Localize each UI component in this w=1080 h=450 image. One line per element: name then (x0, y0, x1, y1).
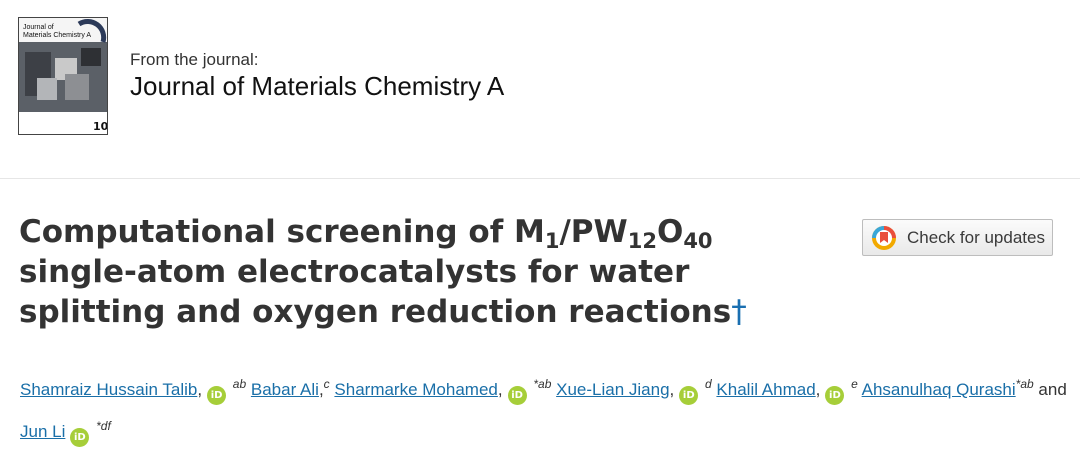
author-link[interactable]: Shamraiz Hussain Talib (20, 380, 197, 399)
article-title: Computational screening of M1/PW12O40 si… (19, 212, 839, 332)
title-part-4: single-atom electrocatalysts for water s… (19, 254, 732, 330)
author-conjunction: and (1038, 380, 1067, 399)
author-link[interactable]: Khalil Ahmad (716, 380, 815, 399)
journal-cover-image[interactable]: 10 Journal of Materials Chemistry A (18, 17, 108, 135)
author-link[interactable]: Sharmarke Mohamed (334, 380, 497, 399)
title-part-3: O (656, 214, 684, 250)
author-affiliation: ab (232, 377, 247, 391)
cover-title: Journal of Materials Chemistry A (23, 24, 91, 40)
title-sub-2: 12 (627, 229, 657, 253)
journal-header: 10 Journal of Materials Chemistry A From… (0, 0, 1080, 179)
author-affiliation: e (851, 377, 858, 391)
from-journal-label: From the journal: (130, 50, 259, 69)
author-link[interactable]: Ahsanulhaq Qurashi (862, 380, 1016, 399)
orcid-icon[interactable]: iD (679, 386, 699, 405)
orcid-icon[interactable]: iD (70, 428, 90, 447)
author-affiliation: d (705, 377, 712, 391)
author-affiliation: *df (96, 419, 111, 433)
crossmark-icon (872, 225, 896, 250)
orcid-icon[interactable]: iD (825, 386, 845, 405)
orcid-icon[interactable]: iD (207, 386, 227, 405)
esi-dagger-link[interactable]: † (731, 294, 747, 330)
title-part-2: /PW (559, 214, 628, 250)
cover-issue-mark: 10 (93, 120, 107, 133)
author-link[interactable]: Jun Li (20, 422, 65, 441)
cover-title-text: Journal of Materials Chemistry A (23, 24, 92, 39)
check-for-updates-label: Check for updates (907, 227, 1045, 247)
journal-name[interactable]: Journal of Materials Chemistry A (130, 71, 504, 102)
author-link[interactable]: Xue-Lian Jiang (556, 380, 669, 399)
title-sub-3: 40 (683, 229, 713, 253)
author-affiliation: *ab (533, 377, 552, 391)
author-affiliation: *ab (1015, 377, 1034, 391)
orcid-icon[interactable]: iD (507, 386, 527, 405)
title-sub-1: 1 (544, 229, 560, 253)
author-link[interactable]: Babar Ali (251, 380, 319, 399)
check-for-updates-button[interactable]: Check for updates (862, 219, 1053, 256)
author-list: Shamraiz Hussain Talib, iD ab Babar Ali,c… (20, 366, 1070, 450)
author-affiliation: c (323, 377, 330, 391)
title-part-1: Computational screening of M (19, 214, 545, 250)
